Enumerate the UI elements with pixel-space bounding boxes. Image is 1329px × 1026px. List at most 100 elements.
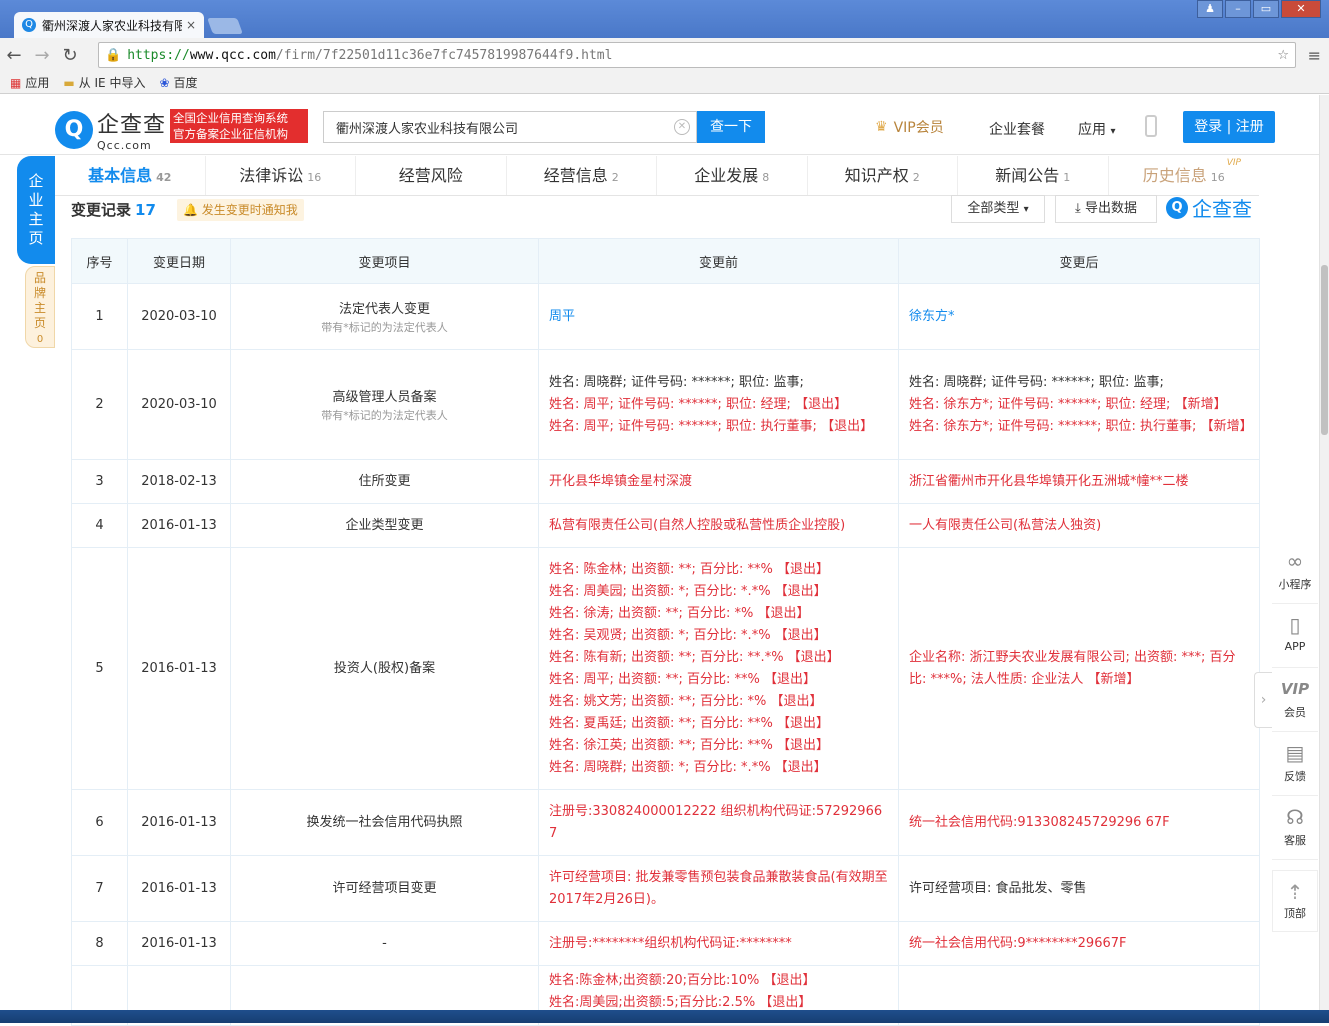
member-button[interactable]: VIP 会员: [1272, 668, 1318, 732]
row-no: 5: [71, 547, 128, 790]
bookmark-ie-import[interactable]: ▬ 从 IE 中导入: [63, 74, 145, 91]
change-line: 姓名: 徐东方*; 证件号码: ******; 职位: 执行董事; 【新增】: [909, 418, 1253, 434]
company-home-tab[interactable]: 企业主页: [17, 156, 55, 264]
tab-news[interactable]: 新闻公告 1: [958, 156, 1109, 195]
change-line: 姓名: 周平; 证件号码: ******; 职位: 执行董事; 【退出】: [549, 418, 874, 434]
tab-legal[interactable]: 法律诉讼 16: [206, 156, 356, 195]
row-after: 姓名: 周晓群; 证件号码: ******; 职位: 监事; 姓名: 徐东方*;…: [898, 349, 1260, 460]
package-link[interactable]: 企业套餐: [989, 119, 1045, 139]
bookmark-label: 应用: [25, 76, 50, 90]
phone-icon: ▯: [1289, 613, 1301, 637]
vip-icon: VIP: [1280, 680, 1310, 698]
tab-count: 16: [307, 171, 322, 184]
tab-business-info[interactable]: 经营信息 2: [507, 156, 657, 195]
qcc-watermark: Q 企查查: [1166, 193, 1252, 222]
customer-service-button[interactable]: ☊ 客服: [1272, 796, 1318, 860]
tab-count: 1: [1063, 171, 1071, 184]
side-tab-label: 品牌主页: [33, 271, 46, 330]
scrollbar-thumb[interactable]: [1321, 265, 1328, 435]
investor-line: 姓名: 徐涛; 出资额: **; 百分比: *% 【退出】: [549, 605, 810, 621]
change-line: 姓名: 周平; 证件号码: ******; 职位: 经理; 【退出】: [549, 396, 848, 412]
investor-line: 姓名: 周美园; 出资额: *; 百分比: *.*% 【退出】: [549, 583, 827, 599]
brand-count: 0: [36, 334, 44, 345]
table-row: 8 2016-01-13 - 注册号:********组织机构代码证:*****…: [71, 921, 1260, 966]
float-label: 会员: [1284, 706, 1306, 719]
item-note: 带有*标记的为法定代表人: [321, 320, 448, 334]
clear-search-icon[interactable]: ✕: [674, 119, 690, 135]
float-label: 小程序: [1278, 578, 1312, 591]
back-icon[interactable]: ←: [0, 45, 28, 66]
table-row: 4 2016-01-13 企业类型变更 私营有限责任公司(自然人控股或私营性质企…: [71, 503, 1260, 548]
apps-dropdown[interactable]: 应用 ▾: [1078, 119, 1115, 139]
mobile-icon[interactable]: [1145, 115, 1157, 137]
investor-line: 姓名: 周晓群; 出资额: *; 百分比: *.*% 【退出】: [549, 759, 827, 775]
mini-program-button[interactable]: ∞ 小程序: [1272, 540, 1318, 604]
slogan-line: 官方备案企业征信机构: [173, 127, 288, 141]
tab-count: 8: [762, 171, 770, 184]
arrow-up-icon: ⇡: [1286, 880, 1304, 904]
login-register-button[interactable]: 登录 | 注册: [1183, 111, 1275, 143]
maximize-button[interactable]: ▭: [1253, 0, 1279, 18]
type-filter-dropdown[interactable]: 全部类型 ▾: [951, 195, 1045, 223]
tab-ip[interactable]: 知识产权 2: [808, 156, 958, 195]
float-label: 顶部: [1284, 907, 1306, 920]
bookmarks-bar: ▦ 应用 ▬ 从 IE 中导入 ❀ 百度: [0, 72, 1329, 94]
col-header-no: 序号: [71, 238, 128, 284]
row-no: 7: [71, 855, 128, 922]
close-tab-icon[interactable]: ×: [186, 18, 196, 32]
row-item: 换发统一社会信用代码执照: [230, 789, 539, 856]
row-date: 2018-02-13: [127, 459, 231, 504]
row-item: 投资人(股权)备案: [230, 547, 539, 790]
search-input[interactable]: 衢州深渡人家农业科技有限公司 ✕: [323, 111, 697, 143]
search-button[interactable]: 查一下: [697, 111, 765, 143]
feedback-button[interactable]: ▤ 反馈: [1272, 732, 1318, 796]
back-to-top-button[interactable]: ⇡ 顶部: [1272, 870, 1318, 932]
vip-link[interactable]: ♛ VIP会员: [875, 117, 944, 137]
browser-tab[interactable]: Q 衢州深渡人家农业科技有限 ×: [14, 12, 204, 38]
company-nav-tabs: 基本信息 42 法律诉讼 16 经营风险 经营信息 2 企业发展 8 知识产权 2 新闻公…: [55, 156, 1259, 196]
user-icon[interactable]: ♟: [1197, 0, 1223, 18]
row-before: 许可经营项目: 批发兼零售预包装食品兼散装食品(有效期至2017年2月26日)。: [538, 855, 899, 922]
brand-home-tab[interactable]: 品牌主页 0: [25, 266, 55, 348]
address-bar[interactable]: 🔒 https://www.qcc.com/firm/7f22501d11c36…: [98, 42, 1296, 68]
tab-risk[interactable]: 经营风险: [356, 156, 507, 195]
export-label: 导出数据: [1084, 201, 1137, 216]
table-row: 5 2016-01-13 投资人(股权)备案 姓名: 陈金林; 出资额: **;…: [71, 547, 1260, 790]
tab-development[interactable]: 企业发展 8: [657, 156, 808, 195]
bookmark-apps[interactable]: ▦ 应用: [10, 74, 49, 91]
reload-icon[interactable]: ↻: [56, 45, 84, 66]
bookmark-baidu[interactable]: ❀ 百度: [159, 74, 197, 91]
app-button[interactable]: ▯ APP: [1272, 604, 1318, 668]
row-before[interactable]: 周平: [538, 283, 899, 350]
section-title: 变更记录 17: [71, 199, 156, 220]
minimize-button[interactable]: –: [1225, 0, 1251, 18]
tab-basic-info[interactable]: 基本信息 42: [55, 156, 206, 195]
float-label: 客服: [1284, 834, 1306, 847]
table-row: 1 2020-03-10 法定代表人变更 带有*标记的为法定代表人 周平 徐东方*: [71, 283, 1260, 350]
forward-icon[interactable]: →: [28, 45, 56, 66]
bookmark-star-icon[interactable]: ☆: [1277, 48, 1289, 63]
row-after[interactable]: 徐东方*: [898, 283, 1260, 350]
browser-menu-icon[interactable]: ≡: [1308, 46, 1321, 65]
new-tab-button[interactable]: [207, 18, 243, 34]
expand-panel-button[interactable]: ›: [1254, 672, 1272, 728]
section-title-text: 变更记录: [71, 201, 132, 219]
tab-label: 法律诉讼: [239, 166, 304, 185]
tab-label: 基本信息: [88, 166, 153, 185]
row-after: 浙江省衢州市开化县华埠镇开化五洲城*幢**二楼: [898, 459, 1260, 504]
page-scrollbar[interactable]: [1319, 95, 1329, 1010]
export-data-button[interactable]: ⤓ 导出数据: [1055, 195, 1157, 223]
notify-button[interactable]: 🔔 发生变更时通知我: [177, 199, 304, 221]
tab-count: 16: [1210, 171, 1225, 184]
row-no: 4: [71, 503, 128, 548]
investor-line: 姓名: 陈有新; 出资额: **; 百分比: **.*% 【退出】: [549, 649, 840, 665]
baidu-paw-icon: ❀: [159, 75, 170, 90]
qcc-logo[interactable]: Q 企查查 Qcc.com: [55, 107, 166, 152]
tab-count: 42: [156, 171, 172, 184]
filter-label: 全部类型: [967, 201, 1020, 216]
row-item: 住所变更: [230, 459, 539, 504]
mini-program-icon: ∞: [1286, 549, 1304, 573]
tab-count: 2: [611, 171, 619, 184]
window-close-button[interactable]: ✕: [1281, 0, 1321, 18]
tab-history[interactable]: 历史信息 16 VIP: [1109, 156, 1260, 195]
